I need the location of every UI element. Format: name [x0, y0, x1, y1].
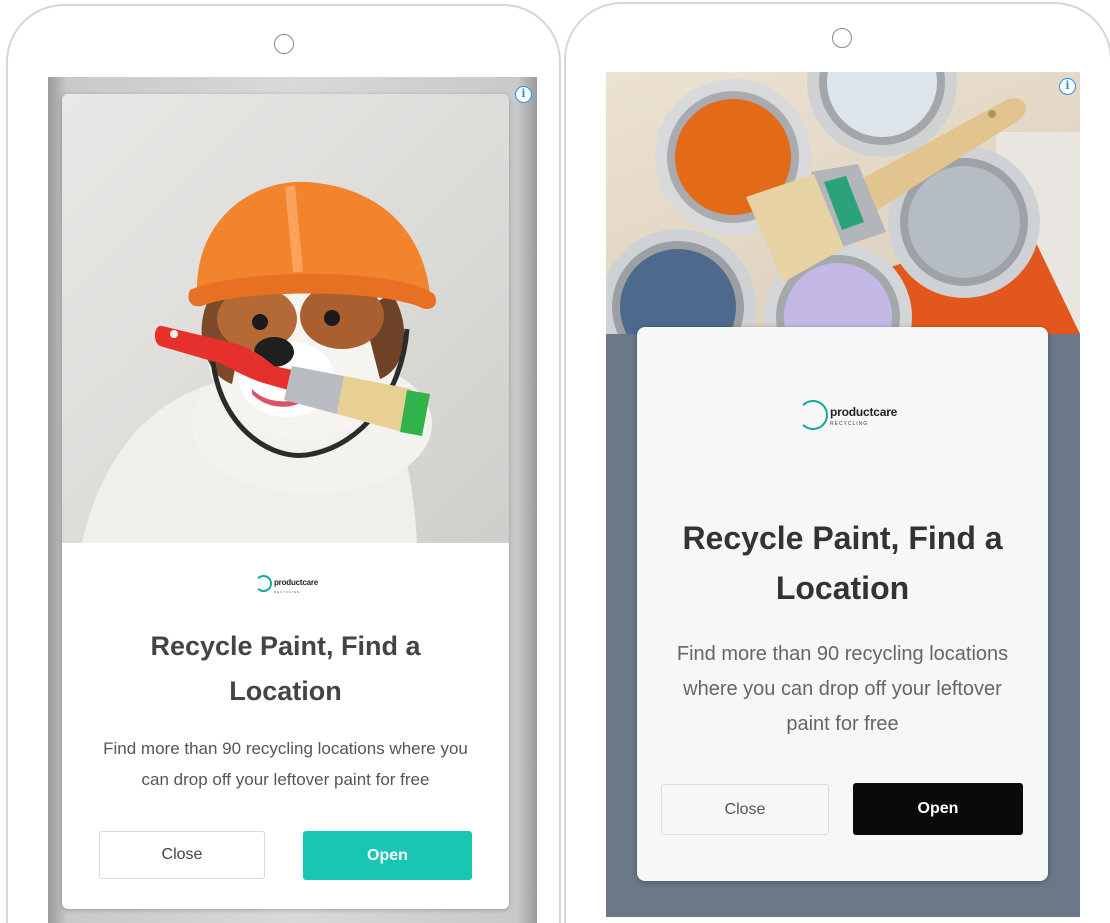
- close-button[interactable]: Close: [99, 831, 265, 879]
- ad-info-icon[interactable]: i: [515, 86, 532, 103]
- productcare-logo: productcare RECYCLING: [255, 572, 318, 594]
- phone-frame-left: i productcare RECYCLING Recycle Paint, F…: [6, 4, 561, 923]
- ad-screen-right: i productcare RECYCLING Recycle Paint, F…: [606, 72, 1080, 917]
- ad-card-right: productcare RECYCLING Recycle Paint, Fin…: [637, 327, 1048, 881]
- phone-frame-right: i productcare RECYCLING Recycle Paint, F…: [564, 2, 1110, 923]
- front-camera-icon: [832, 28, 852, 48]
- open-button[interactable]: Open: [303, 831, 472, 880]
- hero-image-paint-cans[interactable]: [606, 72, 1080, 334]
- ad-title: Recycle Paint, Find a Location: [150, 631, 421, 706]
- hero-image-dog-with-paintbrush[interactable]: [62, 94, 509, 543]
- ad-description: Find more than 90 recycling locations wh…: [103, 739, 468, 789]
- ad-card-left: productcare RECYCLING Recycle Paint, Fin…: [62, 94, 509, 909]
- logo-brand-text: productcare: [830, 405, 898, 419]
- recycle-arrow-icon: [798, 400, 828, 430]
- productcare-logo: productcare RECYCLING: [798, 400, 897, 430]
- logo-sub-text: RECYCLING: [274, 590, 301, 594]
- close-button[interactable]: Close: [661, 784, 829, 835]
- ad-info-icon[interactable]: i: [1059, 78, 1076, 95]
- recycle-arrow-icon: [255, 574, 272, 592]
- ad-description: Find more than 90 recycling locations wh…: [676, 643, 1009, 735]
- ad-title: Recycle Paint, Find a Location: [682, 520, 1003, 606]
- front-camera-icon: [274, 34, 294, 54]
- logo-brand-text: productcare: [274, 578, 319, 587]
- logo-sub-text: RECYCLING: [830, 421, 869, 427]
- ad-screen-left: i productcare RECYCLING Recycle Paint, F…: [48, 77, 537, 923]
- open-button[interactable]: Open: [853, 783, 1023, 835]
